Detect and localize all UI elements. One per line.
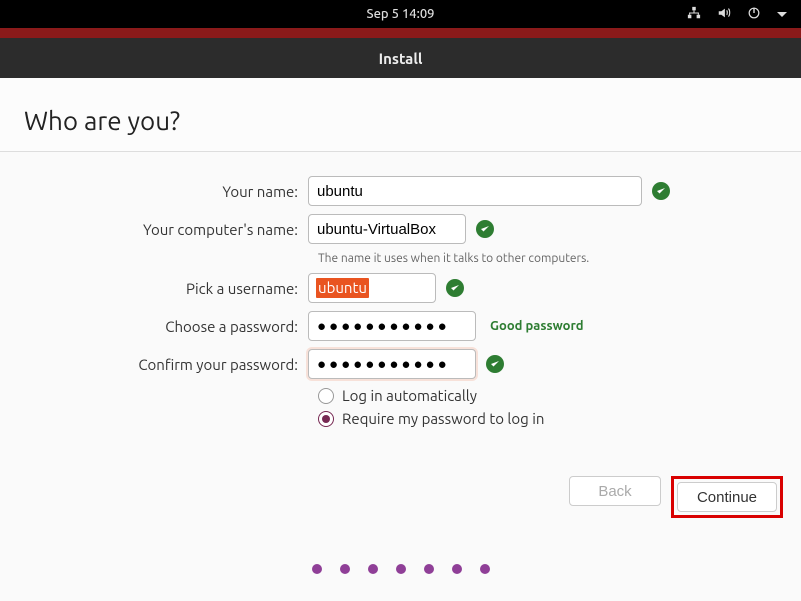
- pager-dot: [312, 564, 322, 574]
- confirm-password-label: Confirm your password:: [0, 356, 308, 373]
- pager-dot: [340, 564, 350, 574]
- window-title: Install: [379, 50, 423, 67]
- power-icon[interactable]: [747, 6, 761, 23]
- host-hint: The name it uses when it talks to other …: [318, 252, 801, 265]
- check-icon: [652, 182, 670, 200]
- password-input[interactable]: [308, 311, 476, 341]
- password-label: Choose a password:: [0, 318, 308, 335]
- radio-login-require-label: Require my password to log in: [342, 410, 544, 427]
- content-header: Who are you?: [0, 78, 801, 152]
- clock: Sep 5 14:09: [367, 7, 435, 21]
- volume-icon[interactable]: [717, 6, 731, 23]
- check-icon: [476, 220, 494, 238]
- system-top-bar: Sep 5 14:09: [0, 0, 801, 28]
- password-strength: Good password: [490, 319, 584, 333]
- pager-dots: [0, 564, 801, 574]
- back-button[interactable]: Back: [569, 476, 661, 506]
- window-accent-strip: [0, 28, 801, 38]
- name-input[interactable]: [308, 176, 642, 206]
- host-label: Your computer's name:: [0, 221, 308, 238]
- window-title-bar: Install: [0, 38, 801, 78]
- pager-dot: [452, 564, 462, 574]
- chevron-down-icon[interactable]: [777, 7, 787, 21]
- pager-dot: [368, 564, 378, 574]
- check-icon: [446, 279, 464, 297]
- radio-login-require[interactable]: [318, 411, 334, 427]
- check-icon: [486, 355, 504, 373]
- radio-login-auto[interactable]: [318, 388, 334, 404]
- name-label: Your name:: [0, 183, 308, 200]
- login-require-row[interactable]: Require my password to log in: [318, 410, 801, 427]
- system-tray[interactable]: [687, 6, 787, 23]
- user-form: Your name: Your computer's name: The nam…: [0, 152, 801, 427]
- pager-dot: [480, 564, 490, 574]
- pager-dot: [396, 564, 406, 574]
- pager-dot: [424, 564, 434, 574]
- nav-buttons: Back Continue: [569, 476, 783, 518]
- radio-login-auto-label: Log in automatically: [342, 387, 477, 404]
- username-value: ubuntu: [316, 278, 369, 298]
- continue-button[interactable]: Continue: [677, 482, 777, 512]
- network-icon[interactable]: [687, 6, 701, 23]
- confirm-password-input[interactable]: [308, 349, 476, 379]
- user-label: Pick a username:: [0, 280, 308, 297]
- host-input[interactable]: [308, 214, 466, 244]
- page-title: Who are you?: [24, 106, 777, 135]
- login-auto-row[interactable]: Log in automatically: [318, 387, 801, 404]
- continue-highlight: Continue: [671, 476, 783, 518]
